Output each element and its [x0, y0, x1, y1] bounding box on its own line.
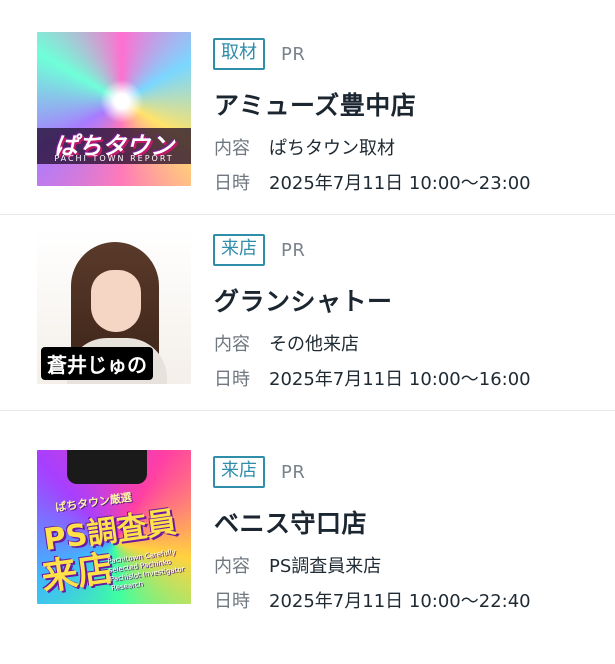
datetime-label: 日時: [214, 173, 250, 194]
content-value: ぱちタウン取材: [269, 138, 395, 159]
event-list: ぱちタウン PACHI TOWN REPORT 取材 PR アミューズ豊中店 内…: [0, 0, 615, 664]
category-badge: 取材: [213, 38, 265, 70]
event-card-venice-moriguchi[interactable]: ぱちタウン厳選 PS調査員 来店 Pachitown Carefully sel…: [0, 410, 615, 612]
shop-name[interactable]: ベニス守口店: [214, 504, 367, 540]
datetime-label: 日時: [214, 369, 250, 390]
thumbnail-sub-text: PACHI TOWN REPORT: [54, 154, 174, 163]
event-thumbnail: 蒼井じゅの: [37, 230, 191, 384]
datetime-row: 日時 2025年7月11日 10:00〜22:40: [214, 587, 531, 613]
datetime-label: 日時: [214, 591, 250, 612]
content-value: PS調査員来店: [269, 556, 382, 577]
datetime-value: 2025年7月11日 10:00〜23:00: [269, 173, 531, 194]
datetime-row: 日時 2025年7月11日 10:00〜16:00: [214, 365, 531, 391]
datetime-value: 2025年7月11日 10:00〜16:00: [269, 369, 531, 390]
performer-name-tag: 蒼井じゅの: [41, 347, 153, 380]
datetime-value: 2025年7月11日 10:00〜22:40: [269, 591, 531, 612]
shop-name[interactable]: グランシャトー: [214, 282, 393, 318]
content-row: 内容 その他来店: [214, 330, 359, 356]
pr-label: PR: [281, 239, 306, 261]
content-label: 内容: [214, 556, 250, 577]
event-card-grand-chateau[interactable]: 蒼井じゅの 来店 PR グランシャトー 内容 その他来店 日時 2025年7月11日…: [0, 214, 615, 410]
shop-name[interactable]: アミューズ豊中店: [214, 86, 416, 122]
category-badge: 来店: [213, 456, 265, 488]
category-badge: 来店: [213, 234, 265, 266]
content-value: その他来店: [269, 334, 359, 355]
pr-label: PR: [281, 461, 306, 483]
thumbnail-figures: [67, 450, 147, 484]
event-thumbnail: ぱちタウン PACHI TOWN REPORT: [37, 32, 191, 186]
tag-row: 来店 PR: [213, 234, 305, 266]
thumbnail-big-text-2: 来店: [38, 548, 117, 599]
content-label: 内容: [214, 138, 250, 159]
thumbnail-english-text: Pachitown Carefully selected Pachinko Pa…: [106, 548, 185, 593]
tag-row: 取材 PR: [213, 38, 305, 70]
content-row: 内容 PS調査員来店: [214, 552, 381, 578]
portrait-face: [91, 270, 141, 332]
content-label: 内容: [214, 334, 250, 355]
content-row: 内容 ぱちタウン取材: [214, 134, 395, 160]
event-thumbnail: ぱちタウン厳選 PS調査員 来店 Pachitown Carefully sel…: [37, 450, 191, 604]
event-card-amuse-toyonaka[interactable]: ぱちタウン PACHI TOWN REPORT 取材 PR アミューズ豊中店 内…: [0, 0, 615, 196]
tag-row: 来店 PR: [213, 456, 305, 488]
datetime-row: 日時 2025年7月11日 10:00〜23:00: [214, 169, 531, 195]
pr-label: PR: [281, 43, 306, 65]
